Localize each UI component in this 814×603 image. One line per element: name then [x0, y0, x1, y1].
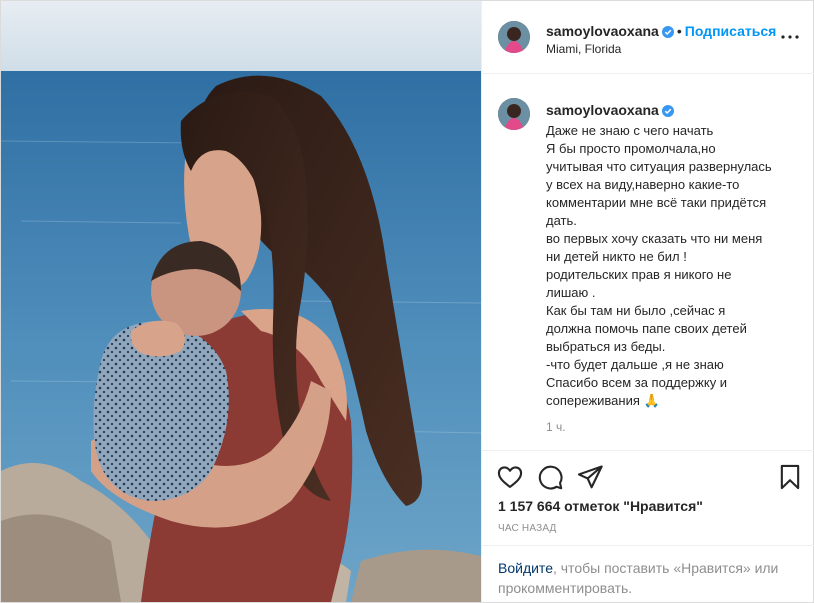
login-prompt: Войдите, чтобы поставить «Нравится» или … [482, 545, 814, 603]
verified-badge-icon [661, 25, 674, 41]
caption-line: комментарии мне всё таки придётся [546, 195, 767, 210]
caption-username[interactable]: samoylovaoxana [546, 101, 659, 119]
caption-line: -что будет дальше ,я не знаю [546, 357, 724, 372]
caption-line: сопереживания 🙏 [546, 393, 660, 408]
bookmark-icon[interactable] [776, 463, 804, 491]
username[interactable]: samoylovaoxana [546, 23, 659, 39]
caption-line: выбраться из беды. [546, 339, 666, 354]
caption-line: Даже не знаю с чего начать [546, 123, 714, 138]
post-actions: 1 157 664 отметок "Нравится" ЧАС НАЗАД [482, 450, 814, 558]
follow-button[interactable]: Подписаться [685, 23, 777, 39]
caption-line: дать. [546, 213, 577, 228]
caption-timestamp[interactable]: 1 ч. [546, 420, 566, 434]
caption-line: лишаю . [546, 285, 596, 300]
instagram-post-card: samoylovaoxana • Подписаться Miami, Florid… [0, 0, 814, 603]
separator-dot: • [676, 23, 682, 39]
heart-icon[interactable] [496, 463, 524, 491]
caption-line: Я бы просто промолчала,но [546, 141, 716, 156]
caption-line: ни детей никто не бил ! [546, 249, 687, 264]
post-header: samoylovaoxana • Подписаться Miami, Florid… [482, 1, 814, 74]
caption-line: Спасибо всем за поддержку и [546, 375, 728, 390]
more-options-icon[interactable] [778, 25, 802, 49]
verified-badge-icon [661, 104, 674, 122]
avatar-image [498, 21, 530, 53]
post-location[interactable]: Miami, Florida [546, 42, 621, 56]
avatar[interactable] [498, 21, 530, 53]
post-sidebar: samoylovaoxana • Подписаться Miami, Florid… [481, 1, 814, 602]
caption-line: должна помочь папе своих детей [546, 321, 747, 336]
avatar-image [498, 98, 530, 130]
login-link[interactable]: Войдите [498, 560, 553, 576]
header-user-line: samoylovaoxana • Подписаться [546, 23, 776, 41]
post-caption: samoylovaoxana Даже не знаю с чего начат… [546, 101, 798, 410]
caption-line: во первых хочу сказать что ни меня [546, 231, 763, 246]
caption-line: Как бы там ни было ,сейчас я [546, 303, 726, 318]
send-icon[interactable] [576, 463, 604, 491]
post-time-ago[interactable]: ЧАС НАЗАД [498, 523, 557, 534]
photo-illustration [1, 1, 481, 602]
caption-line: родительских прав я никого не [546, 267, 732, 282]
caption-line: учитывая что ситуация развернулась [546, 159, 772, 174]
login-prompt-text: Войдите, чтобы поставить «Нравится» или … [498, 558, 798, 598]
caption-avatar[interactable] [498, 98, 530, 130]
post-photo[interactable] [1, 1, 481, 602]
comment-icon[interactable] [536, 463, 564, 491]
caption-line: у всех на виду,наверно какие-то [546, 177, 740, 192]
likes-count[interactable]: 1 157 664 отметок "Нравится" [498, 498, 703, 514]
